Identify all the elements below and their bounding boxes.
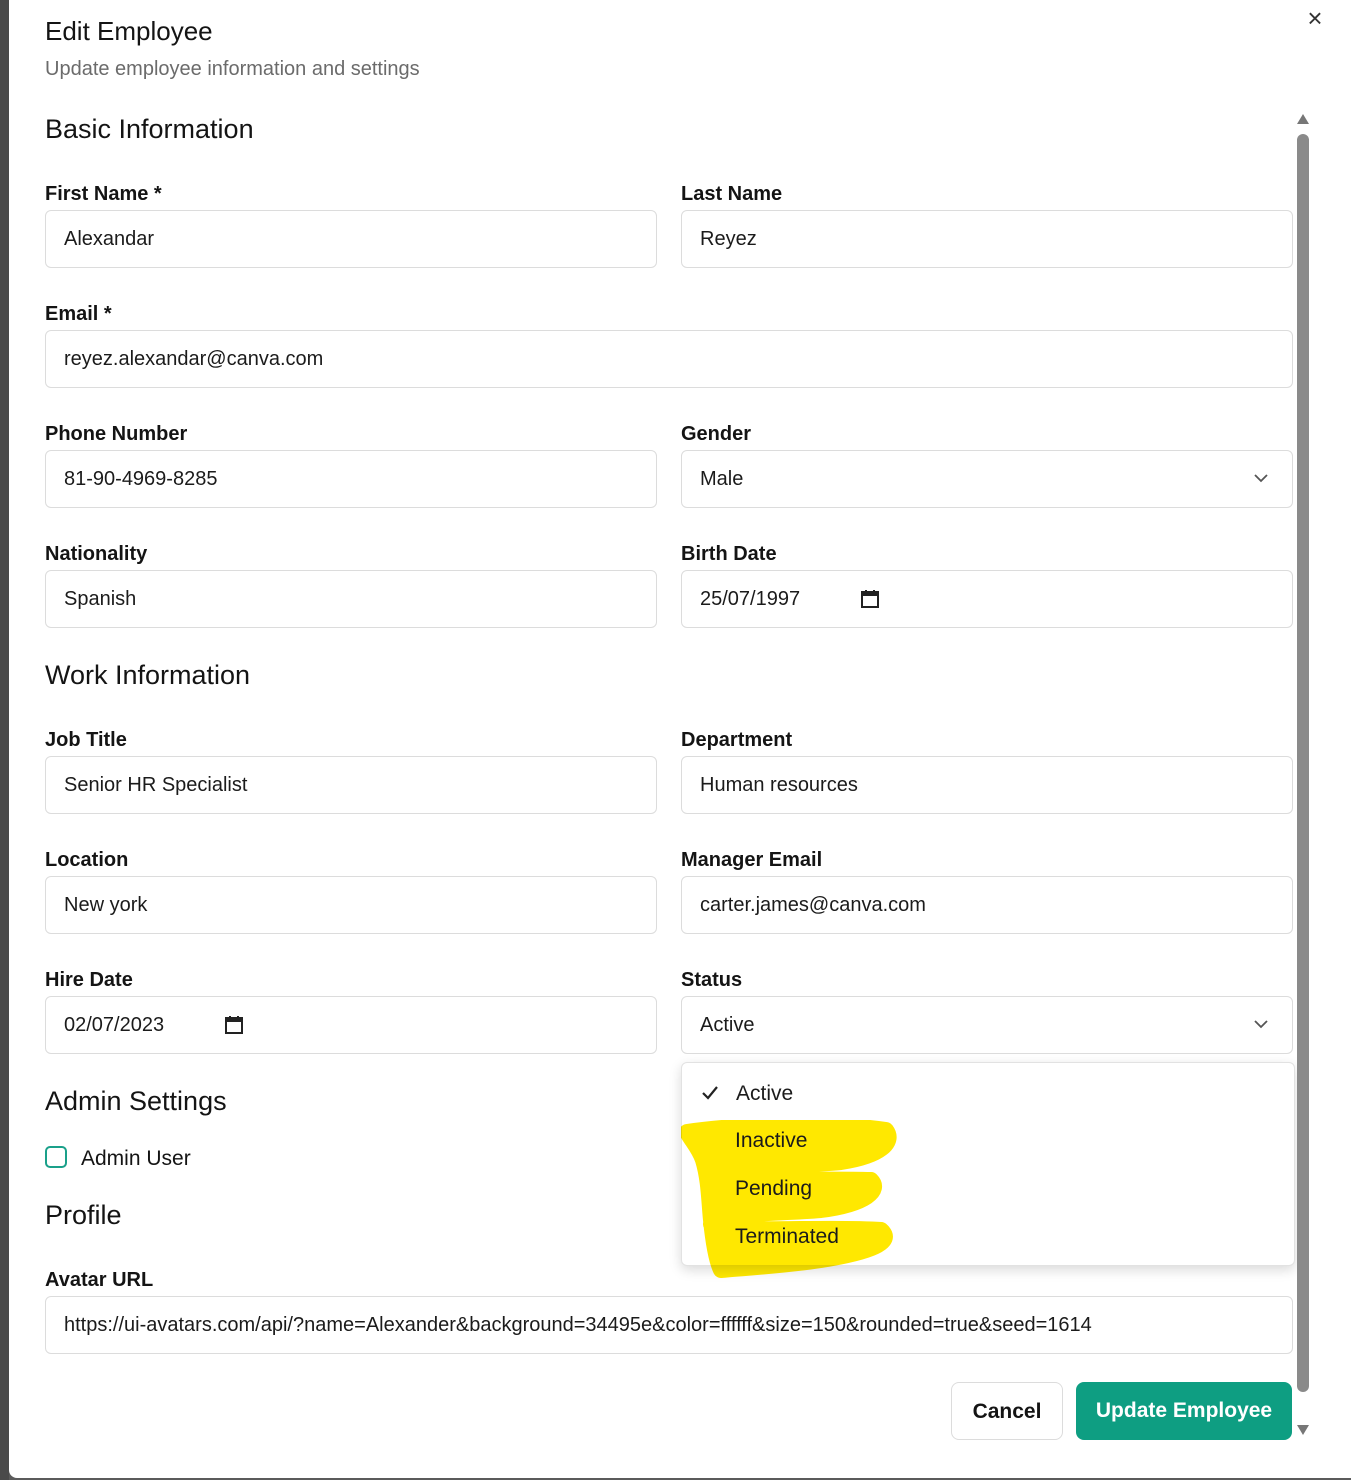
status-value: Active: [700, 1014, 755, 1036]
status-option-inactive-text[interactable]: Inactive: [735, 1129, 807, 1153]
hire-date-value: 02/07/2023: [64, 1014, 165, 1036]
email-value: reyez.alexandar@canva.com: [64, 348, 324, 370]
manager-email-value: carter.james@canva.com: [700, 894, 926, 916]
location-input[interactable]: New york: [45, 876, 657, 934]
email-input[interactable]: reyez.alexandar@canva.com: [45, 330, 1293, 388]
update-employee-button[interactable]: Update Employee: [1076, 1382, 1292, 1440]
location-value: New york: [64, 894, 148, 916]
last-name-input[interactable]: Reyez: [681, 210, 1293, 268]
first-name-label: First Name *: [45, 183, 162, 205]
calendar-icon[interactable]: [224, 1015, 244, 1035]
hire-date-label: Hire Date: [45, 969, 133, 991]
status-label: Status: [681, 969, 743, 991]
manager-email-input[interactable]: carter.james@canva.com: [681, 876, 1293, 934]
status-option-pending-text[interactable]: Pending: [735, 1177, 812, 1201]
birth-date-input[interactable]: 25/07/1997: [681, 570, 1293, 628]
manager-email-label: Manager Email: [681, 849, 823, 871]
dialog-subtitle: Update employee information and settings: [45, 58, 420, 80]
edit-employee-dialog: Edit Employee Update employee informatio…: [9, 0, 1351, 1478]
department-input[interactable]: Human resources: [681, 756, 1293, 814]
phone-value: 81-90-4969-8285: [64, 468, 218, 490]
cancel-button[interactable]: Cancel: [951, 1382, 1063, 1440]
section-work-information: Work Information: [45, 660, 251, 690]
nationality-input[interactable]: Spanish: [45, 570, 657, 628]
last-name-label: Last Name: [681, 183, 783, 205]
admin-user-checkbox[interactable]: [45, 1146, 67, 1168]
avatar-url-input[interactable]: https://ui-avatars.com/api/?name=Alexand…: [45, 1296, 1293, 1354]
hire-date-input[interactable]: 02/07/2023: [45, 996, 657, 1054]
gender-value: Male: [700, 468, 744, 490]
first-name-input[interactable]: Alexandar: [45, 210, 657, 268]
job-title-value: Senior HR Specialist: [64, 774, 248, 796]
status-select[interactable]: Active: [681, 996, 1293, 1054]
gender-label: Gender: [681, 423, 752, 445]
avatar-url-value: https://ui-avatars.com/api/?name=Alexand…: [64, 1314, 1092, 1336]
scroll-down-arrow-icon[interactable]: [1296, 1424, 1310, 1436]
phone-input[interactable]: 81-90-4969-8285: [45, 450, 657, 508]
last-name-value: Reyez: [700, 228, 757, 250]
scrollbar-thumb[interactable]: [1297, 134, 1309, 1392]
status-option-terminated-text[interactable]: Terminated: [735, 1225, 839, 1249]
scroll-up-arrow-icon[interactable]: [1296, 113, 1310, 125]
chevron-down-icon: [1254, 1020, 1268, 1029]
calendar-icon[interactable]: [860, 589, 880, 609]
section-basic-information: Basic Information: [45, 114, 254, 144]
location-label: Location: [45, 849, 129, 871]
chevron-down-icon: [1254, 474, 1268, 483]
dialog-title: Edit Employee: [45, 16, 213, 46]
nationality-value: Spanish: [64, 588, 137, 610]
avatar-url-label: Avatar URL: [45, 1269, 154, 1291]
job-title-label: Job Title: [45, 729, 127, 751]
section-admin-settings: Admin Settings: [45, 1086, 227, 1116]
birth-date-label: Birth Date: [681, 543, 777, 565]
department-value: Human resources: [700, 774, 858, 796]
department-label: Department: [681, 729, 793, 751]
job-title-input[interactable]: Senior HR Specialist: [45, 756, 657, 814]
close-icon[interactable]: ×: [1301, 4, 1329, 32]
email-label: Email *: [45, 303, 112, 325]
status-option-active[interactable]: Active: [736, 1082, 793, 1106]
nationality-label: Nationality: [45, 543, 148, 565]
page-backdrop: [0, 0, 9, 1480]
gender-select[interactable]: Male: [681, 450, 1293, 508]
first-name-value: Alexandar: [64, 228, 155, 250]
birth-date-value: 25/07/1997: [700, 588, 801, 610]
phone-label: Phone Number: [45, 423, 188, 445]
admin-user-label[interactable]: Admin User: [81, 1147, 191, 1171]
check-icon: [702, 1086, 718, 1100]
section-profile: Profile: [45, 1200, 122, 1230]
